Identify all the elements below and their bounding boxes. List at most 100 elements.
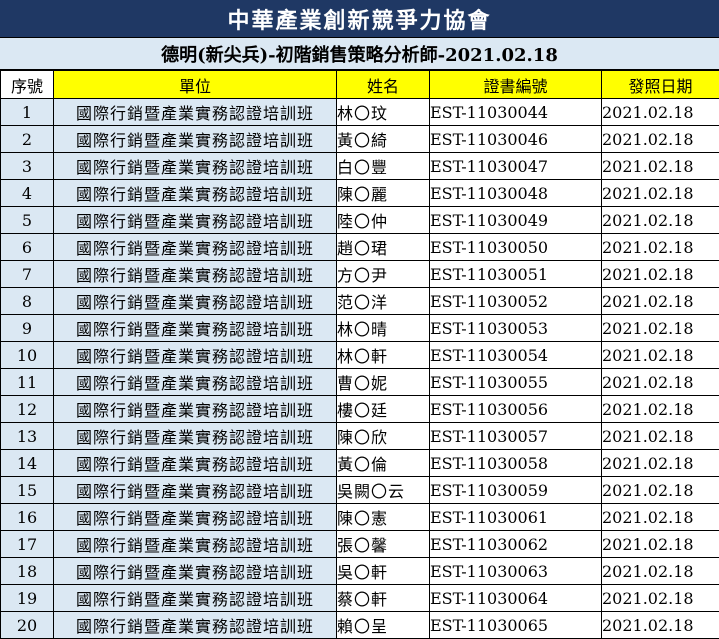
table-row: 17國際行銷暨產業實務認證培訓班張〇馨EST-110300622021.02.1… [1,531,719,558]
row-name-cell: 黃〇倫 [337,450,430,477]
row-name-cell: 白〇豐 [337,153,430,180]
row-unit-cell: 國際行銷暨產業實務認證培訓班 [54,558,337,585]
row-seq-cell: 1 [1,99,54,126]
table-row: 2國際行銷暨產業實務認證培訓班黃〇綺EST-110300462021.02.18 [1,126,719,153]
table-row: 18國際行銷暨產業實務認證培訓班吳〇軒EST-110300632021.02.1… [1,558,719,585]
row-name-cell: 林〇晴 [337,315,430,342]
row-issue-date-cell: 2021.02.18 [602,531,719,558]
row-name-cell: 陳〇憲 [337,504,430,531]
row-seq-cell: 17 [1,531,54,558]
row-seq-cell: 18 [1,558,54,585]
row-issue-date-cell: 2021.02.18 [602,585,719,612]
table-row: 13國際行銷暨產業實務認證培訓班陳〇欣EST-110300572021.02.1… [1,423,719,450]
row-unit-cell: 國際行銷暨產業實務認證培訓班 [54,207,337,234]
row-issue-date-cell: 2021.02.18 [602,558,719,585]
row-issue-date-cell: 2021.02.18 [602,153,719,180]
row-unit-cell: 國際行銷暨產業實務認證培訓班 [54,369,337,396]
table-row: 12國際行銷暨產業實務認證培訓班樓〇廷EST-110300562021.02.1… [1,396,719,423]
association-title-banner: 中華產業創新競爭力協會 [0,0,719,38]
table-row: 1國際行銷暨產業實務認證培訓班林〇玟EST-110300442021.02.18 [1,99,719,126]
row-issue-date-cell: 2021.02.18 [602,234,719,261]
association-title: 中華產業創新競爭力協會 [227,3,491,35]
table-row: 7國際行銷暨產業實務認證培訓班方〇尹EST-110300512021.02.18 [1,261,719,288]
row-unit-cell: 國際行銷暨產業實務認證培訓班 [54,153,337,180]
row-issue-date-cell: 2021.02.18 [602,261,719,288]
row-name-cell: 陳〇欣 [337,423,430,450]
row-cert-number-cell: EST-11030064 [430,585,602,612]
header-cert-number: 證書編號 [430,71,602,99]
row-name-cell: 吳闕〇云 [337,477,430,504]
header-seq: 序號 [1,71,54,99]
table-row: 16國際行銷暨產業實務認證培訓班陳〇憲EST-110300612021.02.1… [1,504,719,531]
row-unit-cell: 國際行銷暨產業實務認證培訓班 [54,180,337,207]
row-cert-number-cell: EST-11030047 [430,153,602,180]
header-issue-date: 發照日期 [602,71,719,99]
row-cert-number-cell: EST-11030055 [430,369,602,396]
row-unit-cell: 國際行銷暨產業實務認證培訓班 [54,396,337,423]
batch-subtitle: 德明(新尖兵)-初階銷售策略分析師-2021.02.18 [161,41,558,67]
row-cert-number-cell: EST-11030057 [430,423,602,450]
row-seq-cell: 15 [1,477,54,504]
row-cert-number-cell: EST-11030054 [430,342,602,369]
row-cert-number-cell: EST-11030053 [430,315,602,342]
table-row: 11國際行銷暨產業實務認證培訓班曹〇妮EST-110300552021.02.1… [1,369,719,396]
row-name-cell: 張〇馨 [337,531,430,558]
row-cert-number-cell: EST-11030058 [430,450,602,477]
table-row: 10國際行銷暨產業實務認證培訓班林〇軒EST-110300542021.02.1… [1,342,719,369]
row-unit-cell: 國際行銷暨產業實務認證培訓班 [54,315,337,342]
header-name: 姓名 [337,71,430,99]
row-cert-number-cell: EST-11030063 [430,558,602,585]
row-seq-cell: 8 [1,288,54,315]
row-seq-cell: 20 [1,612,54,639]
row-name-cell: 蔡〇軒 [337,585,430,612]
row-name-cell: 方〇尹 [337,261,430,288]
row-name-cell: 林〇玟 [337,99,430,126]
row-issue-date-cell: 2021.02.18 [602,396,719,423]
row-seq-cell: 6 [1,234,54,261]
row-cert-number-cell: EST-11030049 [430,207,602,234]
row-cert-number-cell: EST-11030062 [430,531,602,558]
row-cert-number-cell: EST-11030050 [430,234,602,261]
row-unit-cell: 國際行銷暨產業實務認證培訓班 [54,126,337,153]
row-cert-number-cell: EST-11030052 [430,288,602,315]
row-name-cell: 黃〇綺 [337,126,430,153]
table-row: 5國際行銷暨產業實務認證培訓班陸〇仲EST-110300492021.02.18 [1,207,719,234]
row-unit-cell: 國際行銷暨產業實務認證培訓班 [54,504,337,531]
row-seq-cell: 9 [1,315,54,342]
row-issue-date-cell: 2021.02.18 [602,315,719,342]
row-issue-date-cell: 2021.02.18 [602,180,719,207]
row-issue-date-cell: 2021.02.18 [602,342,719,369]
row-cert-number-cell: EST-11030046 [430,126,602,153]
row-name-cell: 曹〇妮 [337,369,430,396]
row-unit-cell: 國際行銷暨產業實務認證培訓班 [54,261,337,288]
row-issue-date-cell: 2021.02.18 [602,99,719,126]
row-unit-cell: 國際行銷暨產業實務認證培訓班 [54,477,337,504]
row-issue-date-cell: 2021.02.18 [602,207,719,234]
row-name-cell: 林〇軒 [337,342,430,369]
table-row: 3國際行銷暨產業實務認證培訓班白〇豐EST-110300472021.02.18 [1,153,719,180]
row-issue-date-cell: 2021.02.18 [602,612,719,639]
row-seq-cell: 3 [1,153,54,180]
batch-subtitle-bar: 德明(新尖兵)-初階銷售策略分析師-2021.02.18 [0,38,719,70]
row-unit-cell: 國際行銷暨產業實務認證培訓班 [54,612,337,639]
row-cert-number-cell: EST-11030059 [430,477,602,504]
table-row: 9國際行銷暨產業實務認證培訓班林〇晴EST-110300532021.02.18 [1,315,719,342]
row-seq-cell: 10 [1,342,54,369]
table-row: 20國際行銷暨產業實務認證培訓班賴〇呈EST-110300652021.02.1… [1,612,719,639]
table-row: 15國際行銷暨產業實務認證培訓班吳闕〇云EST-110300592021.02.… [1,477,719,504]
row-seq-cell: 4 [1,180,54,207]
row-unit-cell: 國際行銷暨產業實務認證培訓班 [54,423,337,450]
table-row: 14國際行銷暨產業實務認證培訓班黃〇倫EST-110300582021.02.1… [1,450,719,477]
row-cert-number-cell: EST-11030051 [430,261,602,288]
row-seq-cell: 7 [1,261,54,288]
row-issue-date-cell: 2021.02.18 [602,423,719,450]
certificate-table: 序號 單位 姓名 證書編號 發照日期 1國際行銷暨產業實務認證培訓班林〇玟EST… [0,70,719,639]
row-name-cell: 趙〇珺 [337,234,430,261]
table-row: 8國際行銷暨產業實務認證培訓班范〇洋EST-110300522021.02.18 [1,288,719,315]
row-unit-cell: 國際行銷暨產業實務認證培訓班 [54,99,337,126]
row-name-cell: 陳〇麗 [337,180,430,207]
row-name-cell: 陸〇仲 [337,207,430,234]
table-row: 4國際行銷暨產業實務認證培訓班陳〇麗EST-110300482021.02.18 [1,180,719,207]
row-unit-cell: 國際行銷暨產業實務認證培訓班 [54,531,337,558]
row-seq-cell: 14 [1,450,54,477]
